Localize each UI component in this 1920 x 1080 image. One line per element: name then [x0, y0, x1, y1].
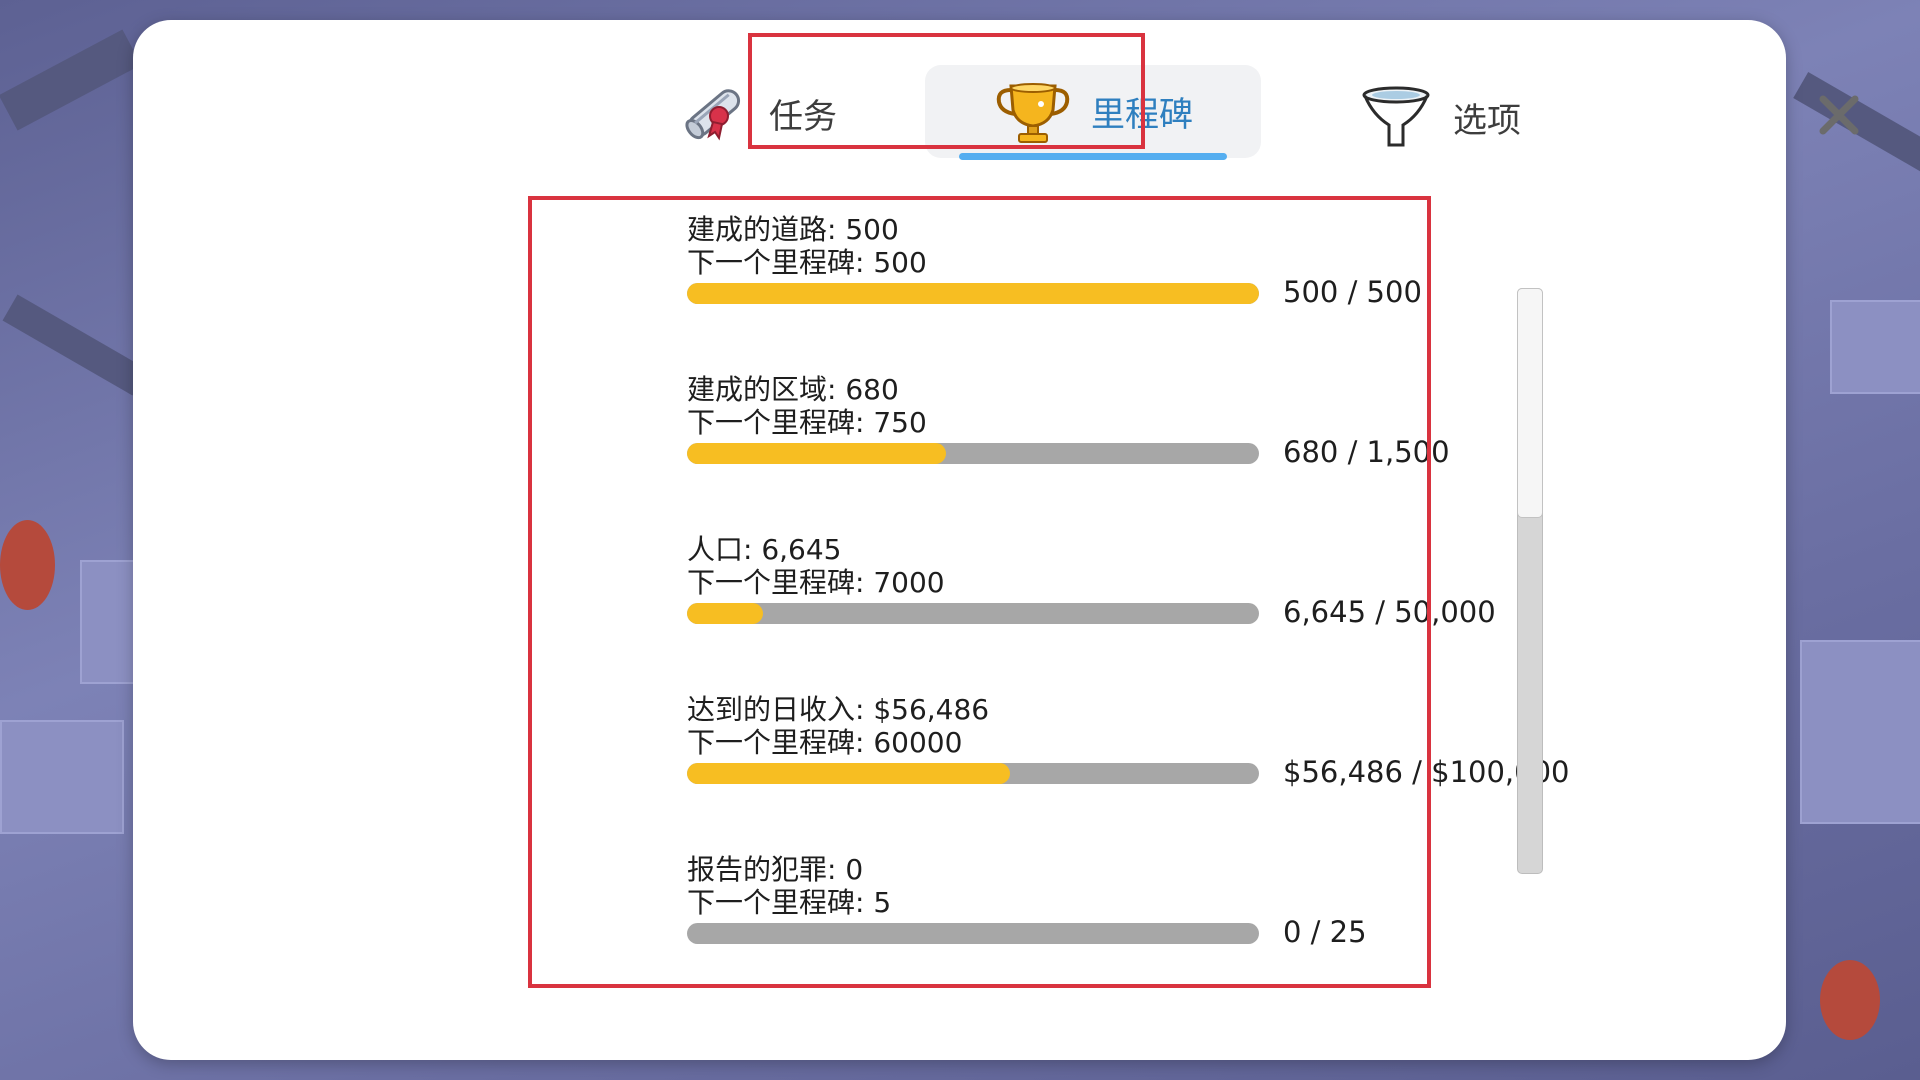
milestone-label: 建成的区域: 680: [687, 373, 899, 406]
trophy-icon: [996, 82, 1070, 143]
progress-fill: [687, 603, 764, 624]
milestone-item-crime: 报告的犯罪: 0 下一个里程碑: 5 0 / 25: [687, 853, 1547, 1003]
tab-milestones[interactable]: 里程碑: [925, 65, 1261, 158]
progress-bar: [687, 443, 1259, 464]
milestone-next: 下一个里程碑: 500: [687, 246, 927, 279]
milestone-label: 达到的日收入: $56,486: [687, 693, 990, 726]
funnel-icon: [1362, 86, 1430, 147]
milestone-next: 下一个里程碑: 750: [687, 406, 927, 439]
progress-bar: [687, 923, 1259, 944]
progress-text: 0 / 25: [1283, 915, 1367, 949]
progress-bar: [687, 603, 1259, 624]
tab-missions[interactable]: 任务: [677, 68, 837, 158]
milestone-item-daily-income: 达到的日收入: $56,486 下一个里程碑: 60000 $56,486 / …: [687, 693, 1570, 843]
milestone-next: 下一个里程碑: 60000: [687, 726, 963, 759]
progress-text: 500 / 500: [1283, 275, 1422, 309]
milestone-label: 报告的犯罪: 0: [687, 853, 864, 886]
progress-text: 6,645 / 50,000: [1283, 595, 1496, 629]
milestone-item-population: 人口: 6,645 下一个里程碑: 7000 6,645 / 50,000: [687, 533, 1547, 683]
close-icon[interactable]: [1817, 93, 1861, 137]
progress-text: 680 / 1,500: [1283, 435, 1450, 469]
scrollbar-thumb[interactable]: [1517, 288, 1543, 518]
milestone-label: 人口: 6,645: [687, 533, 842, 566]
milestone-next: 下一个里程碑: 7000: [687, 566, 945, 599]
tab-options[interactable]: 选项: [1361, 72, 1521, 162]
scroll-icon: [685, 89, 741, 141]
milestone-label: 建成的道路: 500: [687, 213, 899, 246]
active-tab-indicator: [959, 153, 1227, 160]
progress-fill: [687, 443, 947, 464]
tab-options-label: 选项: [1453, 100, 1521, 141]
milestone-next: 下一个里程碑: 5: [687, 886, 892, 919]
milestone-item-zones: 建成的区域: 680 下一个里程碑: 750 680 / 1,500: [687, 373, 1547, 523]
tab-milestones-label: 里程碑: [1091, 95, 1193, 135]
milestone-item-roads: 建成的道路: 500 下一个里程碑: 500 500 / 500: [687, 213, 1547, 363]
tab-missions-label: 任务: [769, 96, 837, 137]
progress-bar: [687, 283, 1259, 304]
progress-fill: [687, 283, 1259, 304]
progress-fill: [687, 763, 1011, 784]
progress-bar: [687, 763, 1259, 784]
